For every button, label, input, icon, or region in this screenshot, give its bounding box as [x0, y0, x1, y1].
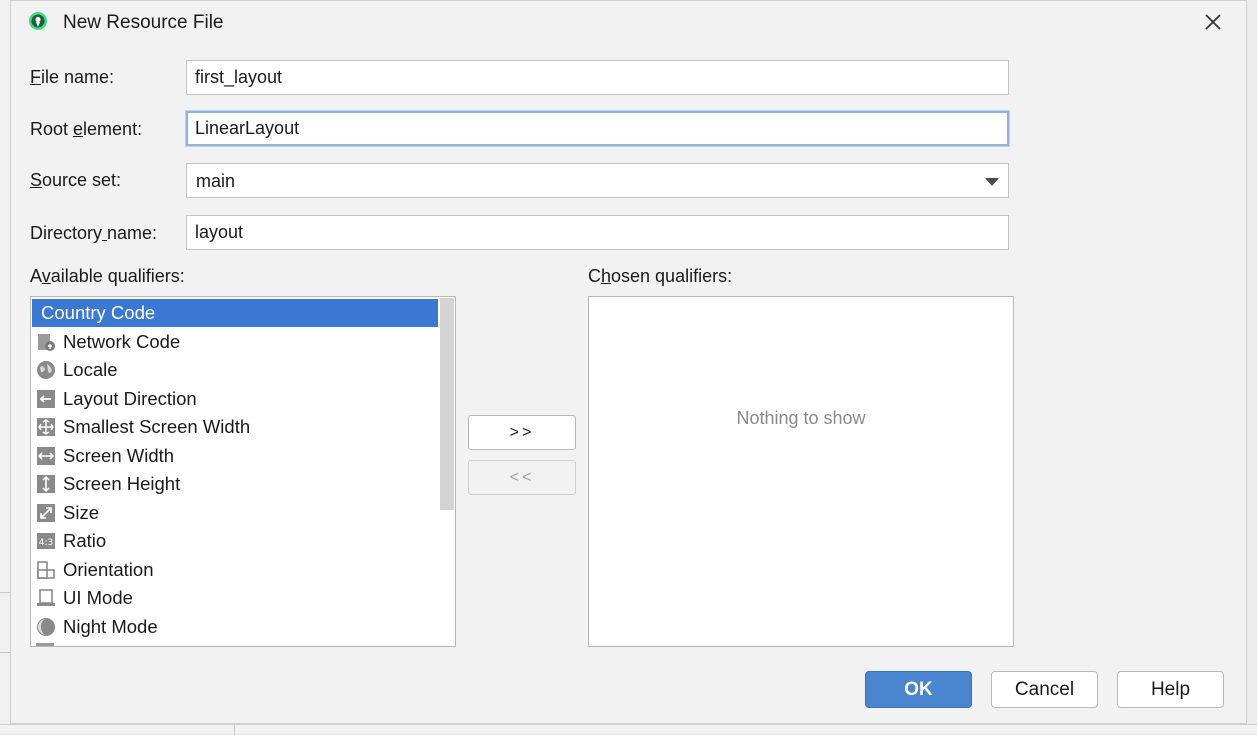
list-item[interactable]: 4:3 Ratio [32, 527, 438, 555]
layout-direction-icon [37, 390, 55, 408]
svg-text:4:3: 4:3 [39, 538, 53, 548]
smallest-width-icon [37, 418, 55, 436]
background-window-edge [0, 0, 10, 724]
list-item[interactable]: Network Code [32, 328, 438, 356]
dialog-title: New Resource File [63, 12, 224, 33]
list-item[interactable]: Size [32, 499, 438, 527]
directory-name-input[interactable] [186, 215, 1009, 250]
list-item[interactable]: Screen Height [32, 470, 438, 498]
available-qualifiers-list[interactable]: Country Code Network Code Locale Layout … [30, 296, 456, 647]
night-mode-icon [37, 618, 55, 636]
ok-button[interactable]: OK [865, 671, 972, 708]
list-item-partial-icon [36, 643, 54, 646]
available-qualifiers-label: Available qualifiers: [30, 266, 185, 286]
add-qualifier-button[interactable]: >> [468, 415, 576, 450]
help-button[interactable]: Help [1117, 671, 1224, 708]
ui-mode-icon [37, 589, 55, 606]
remove-qualifier-button[interactable]: << [468, 460, 576, 495]
chosen-qualifiers-label: Chosen qualifiers: [588, 266, 733, 286]
list-item[interactable]: Night Mode [32, 613, 438, 641]
screen-width-icon [37, 447, 55, 465]
file-name-input[interactable] [186, 60, 1009, 95]
root-element-input[interactable] [186, 111, 1009, 146]
source-set-label: Source set: [30, 170, 122, 190]
new-resource-file-dialog: New Resource File File name: Root elemen… [10, 0, 1247, 724]
empty-state-text: Nothing to show [736, 408, 866, 428]
screen-height-icon [37, 475, 55, 493]
scrollbar-thumb[interactable] [440, 298, 454, 510]
list-item[interactable]: Screen Width [32, 442, 438, 470]
list-item[interactable]: Orientation [32, 556, 438, 584]
close-icon[interactable] [1200, 9, 1226, 35]
directory-name-label: Directory name: [30, 223, 158, 243]
list-item[interactable]: Country Code [32, 299, 438, 327]
chosen-qualifiers-list[interactable]: Nothing to show [588, 296, 1014, 647]
background-window-edge-bottom [0, 724, 1257, 735]
title-bar[interactable]: New Resource File [11, 1, 1246, 45]
source-set-value: main [196, 171, 236, 191]
chevron-down-icon[interactable] [985, 178, 999, 186]
ratio-icon: 4:3 [37, 533, 55, 549]
orientation-icon [37, 561, 55, 579]
cancel-button[interactable]: Cancel [991, 671, 1098, 708]
list-item[interactable]: Locale [32, 356, 438, 384]
android-studio-icon [29, 12, 47, 30]
source-set-dropdown[interactable]: main [186, 163, 1009, 198]
list-item[interactable]: UI Mode [32, 584, 438, 612]
size-icon [37, 504, 55, 522]
background-window-edge-right [1247, 0, 1257, 734]
root-element-label: Root element: [30, 119, 143, 139]
list-item[interactable]: Layout Direction [32, 385, 438, 413]
network-code-icon [38, 334, 55, 351]
globe-icon [37, 361, 55, 379]
list-item[interactable]: Smallest Screen Width [32, 413, 438, 441]
file-name-label: File name: [30, 67, 115, 87]
